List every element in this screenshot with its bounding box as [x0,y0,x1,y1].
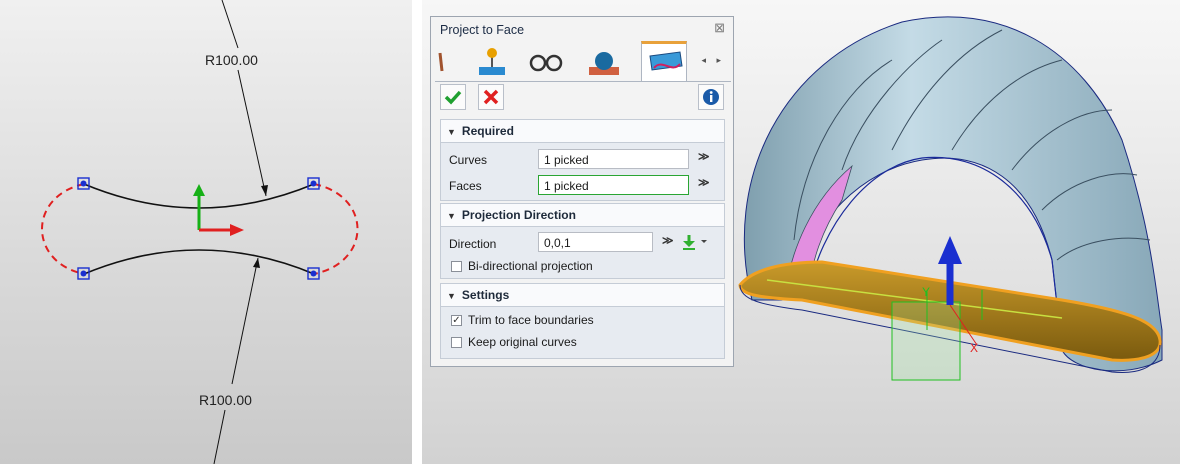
curves-expand-chevron-icon[interactable]: ≫ [698,150,710,163]
axis-y-label: Y [922,285,930,299]
dim-top-leader-upper [221,0,239,49]
dimension-label-top[interactable]: R100.00 [205,52,258,68]
info-icon [703,89,719,105]
collapse-triangle-icon: ▼ [447,291,456,301]
joystick-icon [479,48,505,75]
required-header[interactable]: ▼ Required [441,120,724,143]
direction-field[interactable]: 0,0,1 [538,232,653,252]
endpoint-handle-bl [77,267,90,280]
project-to-face-dialog: Project to Face ⊠ ◂ ▸ ▼ Required Curves 1… [430,16,734,367]
required-section: ▼ Required Curves 1 picked ≫ Faces 1 pick… [440,119,725,201]
tab-partial[interactable] [435,43,445,81]
projection-direction-header[interactable]: ▼ Projection Direction [441,204,724,227]
endpoint-handle-tr [307,177,320,190]
tab-scroll-arrows[interactable]: ◂ ▸ [701,55,725,66]
bottom-arc-curve [83,249,315,275]
direction-label: Direction [449,237,497,251]
red-x-icon [483,89,499,105]
axis-x-label: X [970,341,978,355]
faces-label: Faces [449,179,482,193]
trim-checkbox[interactable]: ✓ [451,315,462,326]
tab-project-to-face[interactable] [641,41,687,81]
curves-field[interactable]: 1 picked [538,149,689,169]
direction-picker-icon [683,235,707,250]
info-button[interactable] [698,84,724,110]
collapse-triangle-icon: ▼ [447,127,456,137]
settings-section: ▼ Settings ✓ Trim to face boundaries Keep… [440,283,725,359]
keep-original-label[interactable]: Keep original curves [468,335,577,349]
bidirectional-label[interactable]: Bi-directional projection [468,259,593,273]
checkmark-icon [444,90,462,105]
close-icon[interactable]: ⊠ [714,20,725,36]
left-dashed-arc [41,183,85,275]
faces-field[interactable]: 1 picked [538,175,689,195]
origin-axes-icon [193,184,244,236]
right-dashed-arc [313,183,359,275]
settings-header[interactable]: ▼ Settings [441,284,724,307]
trim-label[interactable]: Trim to face boundaries [468,313,594,327]
cancel-button[interactable] [478,84,504,110]
dim-bottom-leader-upper [231,257,259,385]
projection-direction-section: ▼ Projection Direction Direction 0,0,1 ≫ … [440,203,725,279]
sphere-icon [589,52,619,75]
tab-glasses[interactable] [523,43,569,81]
project-face-icon [649,51,683,71]
dim-bottom-arrowhead [253,258,260,268]
faces-expand-chevron-icon[interactable]: ≫ [698,176,710,189]
dim-top-arrowhead [261,185,268,196]
dialog-title: Project to Face [440,23,525,37]
bidirectional-checkbox[interactable] [451,261,462,272]
dimension-label-bottom[interactable]: R100.00 [199,392,252,408]
sketch-viewport[interactable]: R100.00 R100.00 [0,0,412,464]
view-divider [412,0,422,464]
dim-top-leader-lower [237,69,267,197]
collapse-triangle-icon: ▼ [447,211,456,221]
curves-label: Curves [449,153,488,167]
glasses-icon [529,54,563,72]
ok-button[interactable] [440,84,466,110]
endpoint-handle-tl [77,177,90,190]
direction-expand-chevron-icon[interactable]: ≫ [662,234,674,247]
keep-original-checkbox[interactable] [451,337,462,348]
dim-bottom-leader-lower [213,409,226,464]
tab-sphere[interactable] [581,43,627,81]
direction-picker-button[interactable] [681,233,711,254]
tool-tab-bar: ◂ ▸ [435,41,731,82]
tab-joystick[interactable] [469,43,515,81]
